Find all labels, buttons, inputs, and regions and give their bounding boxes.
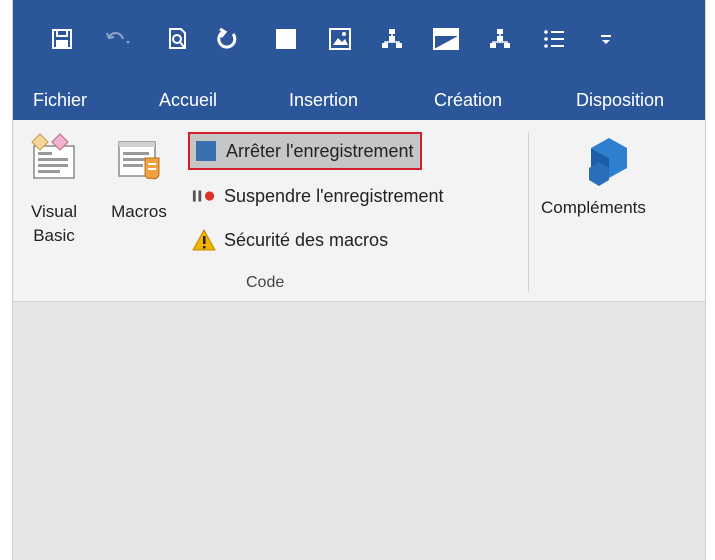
pause-recording-button[interactable]: Suspendre l'enregistrement [188, 180, 444, 212]
tab-disposition[interactable]: Disposition [576, 88, 664, 112]
quick-access-toolbar [13, 0, 705, 80]
addins-button[interactable]: Compléments [541, 130, 691, 220]
picture-icon[interactable] [325, 24, 355, 54]
stop-square-icon [194, 139, 218, 163]
tab-insertion[interactable]: Insertion [289, 88, 358, 112]
customize-arrow-icon[interactable] [591, 24, 621, 54]
window-icon[interactable] [431, 24, 461, 54]
macros-label: Macros [111, 202, 167, 221]
tab-creation[interactable]: Création [434, 88, 502, 112]
group-label-code: Code [246, 274, 285, 291]
document-area[interactable] [13, 302, 705, 560]
macro-security-label: Sécurité des macros [224, 229, 389, 250]
addins-label: Compléments [541, 198, 646, 217]
group-separator [528, 132, 529, 292]
macros-icon [101, 130, 177, 200]
warning-icon [192, 228, 216, 252]
stop-recording-button[interactable]: Arrêter l'enregistrement [188, 132, 422, 170]
stop-square-icon[interactable] [271, 24, 301, 54]
ribbon-tabs: Fichier Accueil Insertion Création Dispo… [13, 80, 705, 120]
redo-icon[interactable] [213, 24, 243, 54]
pause-record-icon [192, 184, 216, 208]
visual-basic-button[interactable]: Visual Basic [23, 130, 85, 248]
org-chart-icon[interactable] [485, 24, 515, 54]
org-chart-icon[interactable] [377, 24, 407, 54]
tab-fichier[interactable]: Fichier [33, 88, 87, 112]
stop-recording-label: Arrêter l'enregistrement [226, 140, 414, 161]
print-preview-icon[interactable] [163, 24, 193, 54]
macro-security-button[interactable]: Sécurité des macros [188, 224, 388, 256]
undo-icon[interactable] [103, 24, 133, 54]
tab-accueil[interactable]: Accueil [159, 88, 217, 112]
list-icon[interactable] [539, 24, 569, 54]
save-icon[interactable] [47, 24, 77, 54]
visual-basic-label-line2: Basic [33, 226, 75, 245]
visual-basic-label-line1: Visual [31, 202, 77, 221]
addins-icon [541, 130, 691, 200]
macros-button[interactable]: Macros [101, 130, 177, 224]
word-window: Fichier Accueil Insertion Création Dispo… [12, 0, 706, 560]
ribbon-panel: Visual Basic Macros Arrêter l'enregistre… [13, 120, 705, 302]
pause-recording-label: Suspendre l'enregistrement [224, 185, 444, 206]
visual-basic-icon [23, 130, 85, 200]
